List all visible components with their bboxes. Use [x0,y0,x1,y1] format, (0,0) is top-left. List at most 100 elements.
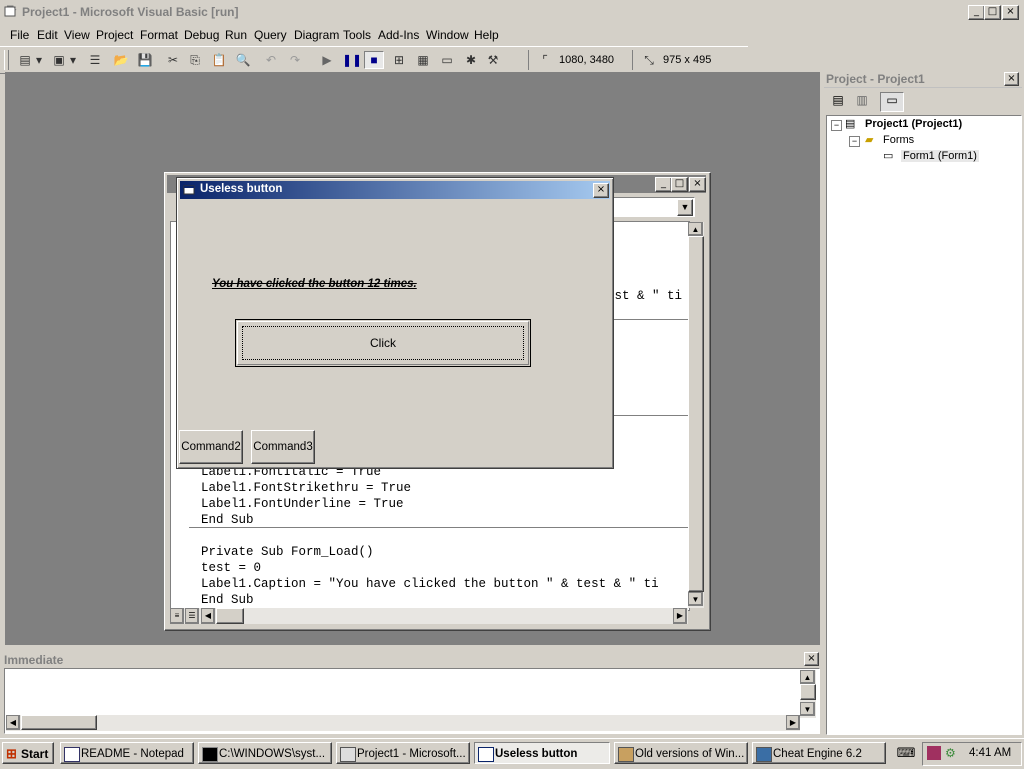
menu-view[interactable]: View [64,28,90,42]
maximize-button[interactable]: □ [984,5,1001,20]
tree-project-root[interactable]: Project1 (Project1) [865,118,962,130]
horizontal-scroll-thumb[interactable] [216,608,244,624]
task-label: Old versions of Win... [635,748,745,760]
immediate-vertical-scrollbar[interactable]: ▲ ▼ [800,670,816,718]
chevron-down-icon[interactable]: ▼ [677,199,693,216]
tray-network-icon[interactable]: ⚙ [945,746,956,760]
task-notepad[interactable]: README - Notepad [60,742,194,764]
minimize-button[interactable]: _ [968,5,985,20]
task-vb[interactable]: Project1 - Microsoft... [336,742,470,764]
find-icon[interactable]: 🔍 [234,52,252,68]
vb-app-icon[interactable] [4,4,18,18]
menu-diagram[interactable]: Diagram [294,28,339,42]
start-button[interactable]: ⊞ Start [2,742,54,764]
close-button[interactable]: × [1002,5,1019,20]
task-label: README - Notepad [81,748,184,760]
start-icon[interactable]: ▶ [318,52,336,68]
scroll-thumb[interactable] [800,684,816,700]
form-title-bar[interactable]: Useless button × [180,181,610,199]
scroll-right-arrow[interactable]: ▶ [673,608,687,624]
view-object-icon[interactable]: ▥ [852,93,872,111]
task-useless-button[interactable]: Useless button [474,742,610,764]
project-explorer-icon[interactable]: ⊞ [390,52,408,68]
task-cmd[interactable]: C:\WINDOWS\syst... [198,742,332,764]
collapse-toggle-icon[interactable]: − [849,136,860,147]
chevron-down-icon[interactable]: ▾ [68,52,78,68]
keyboard-icon[interactable]: ⌨ [896,745,916,761]
menu-edit[interactable]: Edit [37,28,58,42]
redo-icon[interactable]: ↷ [286,52,304,68]
add-project-icon[interactable]: ▤ [16,52,34,68]
task-cheat-engine[interactable]: Cheat Engine 6.2 [752,742,886,764]
menu-window[interactable]: Window [426,28,469,42]
useless-button-form[interactable]: Useless button × You have clicked the bu… [176,177,614,469]
menu-editor-icon[interactable]: ☰ [86,52,104,68]
scroll-down-arrow[interactable]: ▼ [800,702,815,716]
object-browser-icon[interactable]: ✱ [462,52,480,68]
save-project-icon[interactable]: 💾 [136,52,154,68]
tree-folder-forms[interactable]: Forms [883,134,914,146]
full-module-view-button[interactable]: ☰ [185,608,199,624]
code-vertical-scrollbar[interactable]: ▲ ▼ [688,222,704,608]
form-icon[interactable] [183,183,196,196]
taskbar: ⊞ Start README - Notepad C:\WINDOWS\syst… [0,738,1024,769]
click-button[interactable]: Click [235,319,531,367]
scroll-left-arrow[interactable]: ◀ [201,608,215,624]
menu-add-ins[interactable]: Add-Ins [378,28,419,42]
scroll-right-arrow[interactable]: ▶ [786,715,800,730]
scroll-left-arrow[interactable]: ◀ [6,715,20,730]
toolbox-icon[interactable]: ⚒ [484,52,502,68]
tray-app-icon[interactable] [927,746,941,760]
clock[interactable]: 4:41 AM [969,747,1011,759]
chevron-down-icon[interactable]: ▾ [34,52,44,68]
form-close-button[interactable]: × [593,183,609,198]
copy-icon[interactable]: ⎘ [186,52,204,68]
menu-help[interactable]: Help [474,28,499,42]
code-close-button[interactable]: × [689,177,706,192]
menu-file[interactable]: File [10,28,29,42]
command2-button[interactable]: Command2 [179,430,243,464]
immediate-window: Immediate × ▲ ▼ ◀ ▶ [0,651,822,735]
code-minimize-button[interactable]: _ [655,177,672,192]
view-code-icon[interactable]: ▤ [828,93,848,111]
menu-format[interactable]: Format [140,28,178,42]
project-explorer-header[interactable]: Project - Project1 × [824,71,1022,88]
procedure-view-button[interactable]: ≡ [170,608,184,624]
task-old-versions[interactable]: Old versions of Win... [614,742,748,764]
cut-icon[interactable]: ✂ [164,52,182,68]
menu-query[interactable]: Query [254,28,287,42]
horizontal-scroll-thumb[interactable] [21,715,97,730]
code-line: Label1.FontUnderline = True [201,497,404,511]
task-label: Cheat Engine 6.2 [773,748,862,760]
end-icon[interactable]: ■ [364,51,384,69]
undo-icon[interactable]: ↶ [262,52,280,68]
toolbar-grip[interactable] [4,50,9,70]
command3-button[interactable]: Command3 [251,430,315,464]
immediate-horizontal-scrollbar[interactable]: ◀ ▶ [6,715,800,731]
tree-form1[interactable]: Form1 (Form1) [901,150,979,162]
scroll-up-arrow[interactable]: ▲ [800,670,815,684]
menu-tools[interactable]: Tools [343,28,371,42]
paste-icon[interactable]: 📋 [210,52,228,68]
code-horizontal-scrollbar[interactable]: ≡ ☰ ◀ ▶ [170,608,688,624]
project-tree[interactable]: − ▤ Project1 (Project1) − ▰ Forms ▭ Form… [826,115,1022,735]
scroll-up-arrow[interactable]: ▲ [688,222,703,236]
scroll-thumb[interactable] [688,236,704,592]
break-icon[interactable]: ❚❚ [342,52,362,68]
open-project-icon[interactable]: 📂 [112,52,130,68]
form-layout-icon[interactable]: ▭ [438,52,456,68]
add-form-icon[interactable]: ▣ [50,52,68,68]
immediate-header[interactable]: Immediate × [0,651,822,667]
task-label: Useless button [495,748,578,760]
project-explorer-close-button[interactable]: × [1004,72,1019,86]
menu-debug[interactable]: Debug [184,28,219,42]
properties-window-icon[interactable]: ▦ [414,52,432,68]
collapse-toggle-icon[interactable]: − [831,120,842,131]
immediate-close-button[interactable]: × [804,652,819,666]
scroll-down-arrow[interactable]: ▼ [688,592,703,606]
menu-project[interactable]: Project [96,28,133,42]
toggle-folders-icon[interactable]: ▭ [880,92,904,112]
main-title-bar: Project1 - Microsoft Visual Basic [run] … [0,0,1024,24]
menu-run[interactable]: Run [225,28,247,42]
code-maximize-button[interactable]: □ [671,177,688,192]
